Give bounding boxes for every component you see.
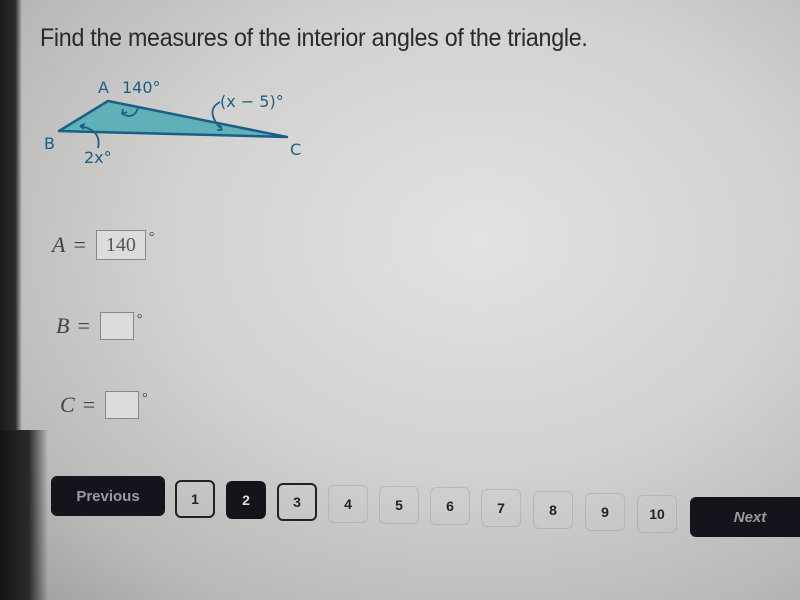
angle-b-label: 2x° bbox=[84, 148, 112, 167]
page-button-10[interactable]: 10 bbox=[637, 495, 677, 533]
angle-a-label: 140° bbox=[122, 78, 161, 97]
answer-c-degree: ° bbox=[142, 391, 148, 406]
page-button-4[interactable]: 4 bbox=[328, 485, 368, 523]
triangle-diagram bbox=[57, 99, 289, 149]
answer-b-degree: ° bbox=[136, 312, 143, 327]
answer-a-equals: = bbox=[73, 232, 86, 257]
answer-a-degree: ° bbox=[148, 230, 155, 245]
screen-bezel-shadow bbox=[0, 430, 48, 600]
answer-b-input[interactable] bbox=[99, 312, 134, 340]
answer-a-variable: A bbox=[52, 232, 66, 257]
page-button-3[interactable]: 3 bbox=[277, 483, 317, 521]
vertex-c-label: C bbox=[290, 140, 302, 159]
answer-row-b: B = ° bbox=[56, 312, 142, 340]
page-button-8[interactable]: 8 bbox=[533, 491, 573, 529]
page-button-9[interactable]: 9 bbox=[585, 493, 625, 531]
answer-c-variable: C bbox=[60, 392, 75, 417]
angle-c-label: (x − 5)° bbox=[220, 92, 284, 111]
question-text: Find the measures of the interior angles… bbox=[40, 24, 588, 52]
answer-c-input[interactable] bbox=[105, 391, 140, 419]
answer-b-variable: B bbox=[56, 313, 70, 338]
previous-button[interactable]: Previous bbox=[51, 476, 165, 516]
answer-row-c: C = ° bbox=[60, 391, 148, 419]
answer-b-equals: = bbox=[77, 313, 90, 338]
answer-row-a: A = 140 ° bbox=[52, 230, 154, 260]
triangle-figure: A 140° B 2x° C (x − 5)° bbox=[30, 70, 330, 180]
answer-a-input[interactable]: 140 bbox=[95, 230, 146, 260]
page-button-5[interactable]: 5 bbox=[379, 486, 419, 524]
page-button-6[interactable]: 6 bbox=[430, 487, 470, 525]
next-button[interactable]: Next bbox=[690, 497, 800, 537]
answer-c-equals: = bbox=[82, 392, 96, 417]
page-button-1[interactable]: 1 bbox=[175, 480, 215, 518]
vertex-a-label: A bbox=[98, 78, 109, 97]
page-button-7[interactable]: 7 bbox=[481, 489, 521, 527]
page-button-2[interactable]: 2 bbox=[226, 481, 266, 519]
vertex-b-label: B bbox=[44, 134, 55, 153]
